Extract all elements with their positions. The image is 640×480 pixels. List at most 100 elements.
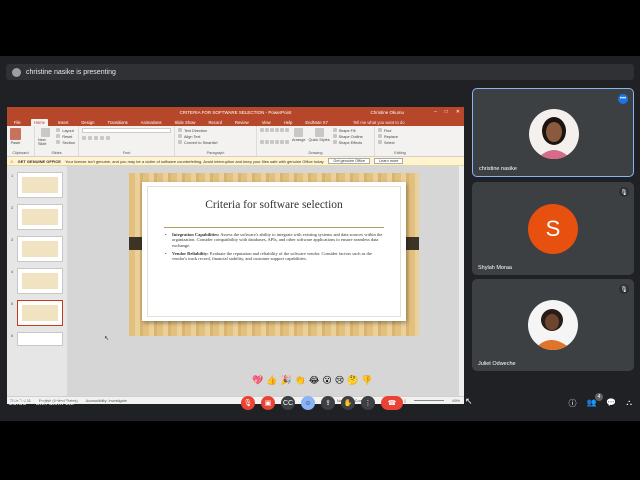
new-slide-button[interactable]: New Slide (38, 128, 53, 150)
italic-icon[interactable] (88, 136, 92, 140)
text-direction-button[interactable]: Text Direction (178, 128, 218, 133)
tab-help[interactable]: Help (281, 119, 296, 126)
select-label: Select (384, 140, 395, 145)
tab-endnote[interactable]: EndNote X7 (302, 119, 331, 126)
thumb-number: 3 (11, 237, 14, 242)
raise-hand-button[interactable]: ✋ (341, 396, 355, 410)
participant-tile[interactable]: 🎙 S Shylah Moraa (472, 182, 634, 275)
tab-design[interactable]: Design (78, 119, 97, 126)
font-color-icon[interactable] (106, 136, 110, 140)
slide-canvas[interactable]: Criteria for software selection Integrat… (67, 166, 464, 396)
shape-effects-icon (332, 140, 337, 144)
activities-icon[interactable]: ⛬ (626, 398, 632, 409)
tell-me-search[interactable]: Tell me what you want to do (350, 119, 408, 126)
select-button[interactable]: Select (378, 140, 398, 145)
participant-tile[interactable]: ••• christine nasike (472, 88, 634, 177)
tab-home[interactable]: Home (30, 119, 48, 126)
slides-group: New Slide Layout Reset Section Slides (35, 126, 79, 156)
more-options-button[interactable]: ⋮ (361, 396, 375, 410)
reaction-laugh[interactable]: 😂 (309, 375, 320, 386)
reaction-thumbs-up[interactable]: 👍 (266, 375, 277, 386)
replace-label: Replace (384, 134, 398, 139)
vertical-scrollbar[interactable] (459, 166, 464, 396)
reset-button[interactable]: Reset (56, 134, 75, 139)
underline-icon[interactable] (94, 136, 98, 140)
participant-name: Shylah Moraa (478, 265, 512, 271)
presenter-avatar-icon (12, 67, 21, 77)
shape-effects-button[interactable]: Shape Effects (332, 140, 363, 145)
section-button[interactable]: Section (56, 140, 75, 145)
slide-thumbnail[interactable]: 4 (11, 268, 63, 294)
strikethrough-icon[interactable] (100, 136, 104, 140)
tab-file[interactable]: File (11, 119, 24, 126)
quick-styles-button[interactable]: Quick Styles (309, 128, 330, 150)
thumb-number: 6 (11, 333, 14, 338)
leave-call-button[interactable]: ☎ (381, 396, 403, 410)
paste-label: Paste (10, 141, 21, 145)
get-genuine-button[interactable]: Get genuine Office (328, 158, 370, 164)
paste-button[interactable]: Paste (10, 128, 21, 150)
layout-button[interactable]: Layout (56, 128, 75, 133)
meeting-controls: 20:50 bnh-dxhn-tke 🎙 ▣ CC ☺ ⇪ ✋ ⋮ ☎ 4 ⓘ … (0, 389, 640, 421)
shape-outline-button[interactable]: Shape Outline (332, 134, 363, 139)
camera-off-button[interactable]: ▣ (261, 396, 275, 410)
shape-fill-button[interactable]: Shape Fill (332, 128, 363, 133)
tab-record[interactable]: Record (205, 119, 225, 126)
reaction-thinking[interactable]: 🤔 (347, 375, 358, 386)
shapes-gallery[interactable] (260, 128, 289, 150)
tab-view[interactable]: View (259, 119, 274, 126)
more-options-icon[interactable]: ••• (618, 94, 628, 104)
quick-styles-icon (314, 128, 324, 137)
replace-button[interactable]: Replace (378, 134, 398, 139)
learn-more-button[interactable]: Learn more (373, 158, 404, 164)
reaction-party[interactable]: 🎉 (280, 375, 291, 386)
tab-slide-show[interactable]: Slide Show (172, 119, 199, 126)
thumb-number: 2 (11, 205, 14, 210)
participant-tile[interactable]: 🎙 Juliet Odweche (472, 279, 634, 371)
slide-thumbnail[interactable]: 3 (11, 236, 63, 262)
present-button[interactable]: ⇪ (321, 396, 335, 410)
reset-icon (56, 134, 61, 138)
close-icon[interactable]: ✕ (456, 109, 460, 115)
reaction-surprised[interactable]: 😮 (322, 375, 331, 386)
chat-icon[interactable]: 💬 (606, 398, 616, 409)
info-icon[interactable]: ⓘ (568, 398, 576, 409)
arrange-button[interactable]: Arrange (292, 128, 306, 150)
window-controls: – □ ✕ (434, 109, 460, 115)
bold-icon[interactable] (82, 136, 86, 140)
captions-button[interactable]: CC (281, 396, 295, 410)
paste-icon (10, 128, 21, 140)
convert-smartart-button[interactable]: Convert to SmartArt (178, 140, 218, 145)
current-slide[interactable]: Criteria for software selection Integrat… (129, 173, 419, 336)
tab-review[interactable]: Review (232, 119, 252, 126)
reaction-thumbs-down[interactable]: 👎 (361, 375, 372, 386)
tab-insert[interactable]: Insert (55, 119, 71, 126)
font-format-buttons (82, 136, 171, 141)
slide-thumbnail[interactable]: 1 (11, 172, 63, 198)
font-name-select[interactable] (82, 128, 171, 133)
shape-outline-icon (332, 134, 337, 138)
people-icon[interactable]: 👥 (586, 398, 596, 409)
slide-bullets[interactable]: Integration Capabilities: Assess the sof… (164, 232, 386, 264)
tab-animations[interactable]: Animations (138, 119, 165, 126)
minimize-icon[interactable]: – (434, 109, 437, 115)
reaction-heart[interactable]: 💖 (252, 375, 263, 386)
align-text-button[interactable]: Align Text (178, 134, 218, 139)
slide-thumbnail-selected[interactable]: 5 (11, 300, 63, 326)
convert-smartart-label: Convert to SmartArt (184, 140, 218, 145)
layout-icon (56, 128, 61, 132)
find-button[interactable]: Find (378, 128, 398, 133)
slide-thumbnail[interactable]: 6 (11, 332, 63, 346)
bullet-heading: Vendor Reliability: (172, 250, 209, 256)
smartart-icon (178, 140, 182, 144)
tab-transitions[interactable]: Transitions (104, 119, 130, 126)
mic-off-button[interactable]: 🎙 (241, 396, 255, 410)
participant-photo (529, 109, 579, 159)
reaction-sad[interactable]: 😢 (335, 375, 344, 386)
ppt-user-name[interactable]: Christine Okumu (370, 110, 404, 115)
slide-thumbnail[interactable]: 2 (11, 204, 63, 230)
maximize-icon[interactable]: □ (445, 109, 448, 115)
reactions-button[interactable]: ☺ (301, 396, 315, 410)
reaction-clap[interactable]: 👏 (295, 375, 306, 386)
slide-title[interactable]: Criteria for software selection (142, 199, 406, 211)
